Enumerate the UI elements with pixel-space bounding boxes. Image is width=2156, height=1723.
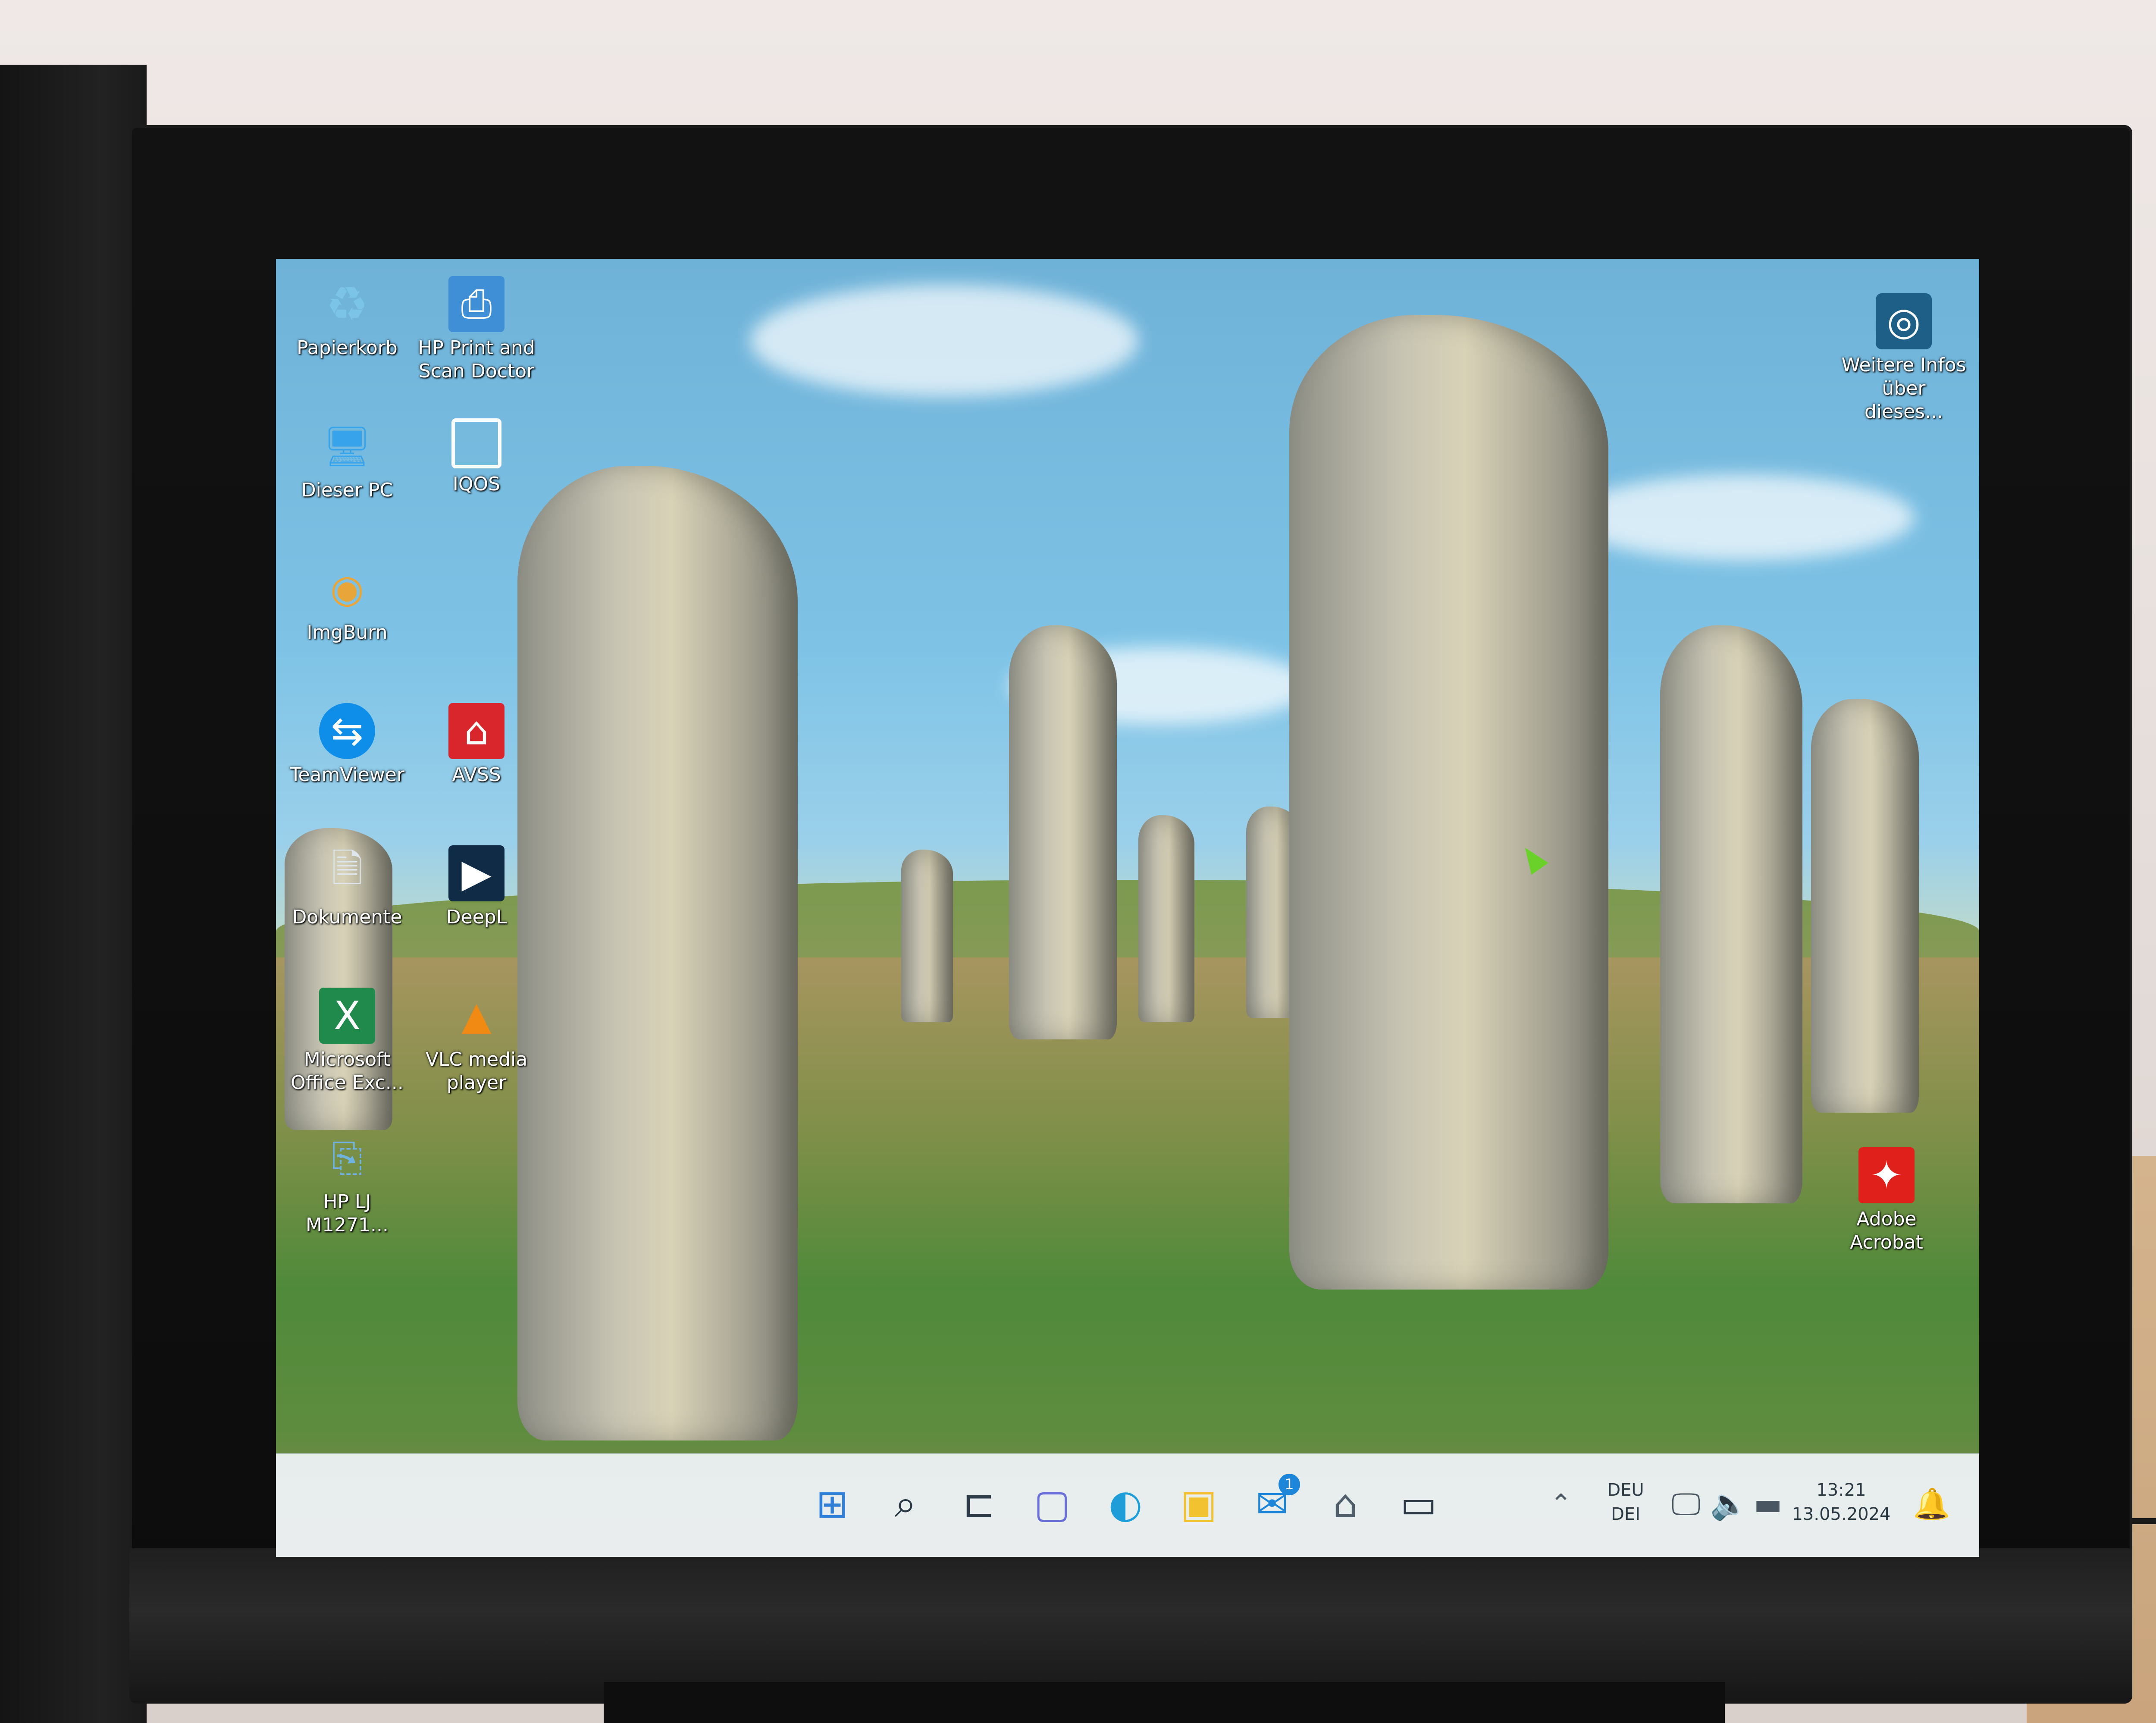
monitor-icon: 🖥 bbox=[322, 424, 372, 469]
monitor-chin bbox=[129, 1548, 2132, 1704]
start-icon[interactable]: ⊞ bbox=[806, 1478, 858, 1530]
desktop-icon-deepl[interactable]: ▶ DeepL bbox=[414, 845, 539, 929]
desktop-icon-this-pc[interactable]: 🖥 Dieser PC bbox=[285, 418, 410, 502]
vlc-icon: ▲ bbox=[461, 993, 492, 1039]
acrobat-icon: ✦ bbox=[1858, 1147, 1915, 1203]
desktop-icon-label: HP Print and Scan Doctor bbox=[418, 337, 535, 382]
document-icon: 🗎 bbox=[331, 846, 363, 891]
wallpaper-standing-stone bbox=[1138, 815, 1194, 1022]
desktop-icon-label: DeepL bbox=[446, 906, 507, 928]
wallpaper-cloud bbox=[750, 285, 1138, 397]
iqos-icon bbox=[451, 418, 501, 468]
desktop-icon-label: ImgBurn bbox=[307, 621, 388, 643]
desktop-screen[interactable]: ♻ Papierkorb ⎙ HP Print and Scan Doctor … bbox=[276, 259, 1979, 1557]
desktop-icon-hp-print[interactable]: ⎙ HP Print and Scan Doctor bbox=[414, 276, 539, 383]
desktop-icon-dokumente[interactable]: 🗎 Dokumente bbox=[285, 845, 410, 929]
desktop-icon-label: Dieser PC bbox=[301, 479, 393, 501]
clock[interactable]: 13:21 13.05.2024 bbox=[1785, 1478, 1897, 1526]
scanner-icon: ⎘ bbox=[332, 1135, 363, 1180]
chevron-up-icon[interactable]: ⌃ bbox=[1535, 1478, 1587, 1530]
widgets-icon[interactable]: ⊏ bbox=[953, 1478, 1005, 1530]
wallpaper-cloud bbox=[1570, 474, 1915, 561]
mail-badge: 1 bbox=[1279, 1474, 1300, 1495]
teamviewer-icon: ⇆ bbox=[319, 703, 375, 759]
desktop-icon-avss[interactable]: ⌂ AVSS bbox=[414, 703, 539, 787]
desktop-icon-label: Microsoft Office Exc... bbox=[291, 1048, 404, 1094]
mail-icon[interactable]: ✉ 1 bbox=[1246, 1474, 1300, 1530]
camera-info-icon: ◎ bbox=[1876, 293, 1932, 349]
clock-date: 13.05.2024 bbox=[1792, 1504, 1891, 1524]
language-bottom: DEI bbox=[1611, 1504, 1640, 1524]
monitor-stand bbox=[604, 1682, 1725, 1723]
desktop-icon-spotlight[interactable]: ◎ Weitere Infos über dieses... bbox=[1841, 293, 1966, 424]
desktop-icon-recycle-bin[interactable]: ♻ Papierkorb bbox=[285, 276, 410, 360]
wallpaper-standing-stone bbox=[901, 850, 953, 1022]
desktop-icon-acrobat[interactable]: ✦ Adobe Acrobat bbox=[1824, 1147, 1949, 1254]
desktop-icon-vlc[interactable]: ▲ VLC media player bbox=[414, 988, 539, 1095]
desktop-icon-label: IQOS bbox=[452, 473, 501, 495]
chat-icon[interactable]: ▢ bbox=[1026, 1478, 1078, 1530]
recycle-bin-icon: ♻ bbox=[326, 276, 369, 332]
file-explorer-icon[interactable]: ▣ bbox=[1173, 1478, 1225, 1530]
hp-print-icon: ⎙ bbox=[448, 276, 505, 332]
language-top: DEU bbox=[1607, 1480, 1644, 1500]
desktop-icon-label: VLC media player bbox=[425, 1048, 528, 1094]
desktop-icon-hp-lj[interactable]: ⎘ HP LJ M1271... bbox=[285, 1130, 410, 1237]
left-speaker bbox=[0, 65, 147, 1723]
desktop-icon-label: Dokumente bbox=[292, 906, 402, 928]
terminal-icon[interactable]: ▭ bbox=[1393, 1478, 1445, 1530]
deepl-icon: ▶ bbox=[448, 845, 505, 901]
notification-bell-icon[interactable]: 🔔 bbox=[1906, 1478, 1958, 1530]
wallpaper-standing-stone bbox=[1289, 315, 1608, 1290]
desktop-icon-label: Papierkorb bbox=[297, 337, 398, 359]
desktop-icon-imgburn[interactable]: ◉ ImgBurn bbox=[285, 561, 410, 644]
desktop-icon-label: HP LJ M1271... bbox=[306, 1191, 389, 1236]
language-indicator[interactable]: DEU DEI bbox=[1595, 1478, 1656, 1526]
desktop-icon-label: TeamViewer bbox=[290, 764, 404, 786]
clock-time: 13:21 bbox=[1816, 1480, 1866, 1500]
wallpaper-standing-stone bbox=[1009, 625, 1117, 1039]
wallpaper-standing-stone bbox=[1660, 625, 1802, 1203]
disc-icon: ◉ bbox=[330, 566, 364, 612]
desktop-icon-label: Adobe Acrobat bbox=[1850, 1208, 1923, 1253]
wallpaper-standing-stone bbox=[1811, 699, 1919, 1113]
taskbar: ⊞ ⌕ ⊏ ▢ ◐ ▣ ✉ 1 ⌂ ▭ ⌃ DEU DEI 🖵 🔈 ▬ 13:2… bbox=[276, 1453, 1979, 1557]
excel-icon: X bbox=[319, 988, 375, 1044]
camera-icon[interactable]: ⌂ bbox=[1319, 1478, 1371, 1530]
edge-icon[interactable]: ◐ bbox=[1100, 1478, 1151, 1530]
desktop-icon-label: Weitere Infos über dieses... bbox=[1841, 354, 1966, 423]
desktop-icon-iqos[interactable]: IQOS bbox=[414, 418, 539, 496]
search-icon[interactable]: ⌕ bbox=[880, 1478, 931, 1530]
desktop-icon-teamviewer[interactable]: ⇆ TeamViewer bbox=[285, 703, 410, 787]
desktop-icon-excel[interactable]: X Microsoft Office Exc... bbox=[285, 988, 410, 1095]
wallpaper-standing-stone bbox=[517, 466, 798, 1441]
desktop-icon-label: AVSS bbox=[452, 764, 501, 786]
house-icon: ⌂ bbox=[448, 703, 505, 759]
